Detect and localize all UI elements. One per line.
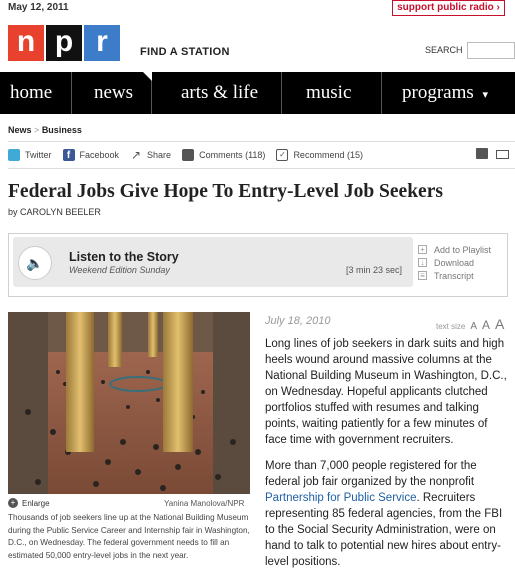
twitter-button[interactable]: Twitter: [8, 149, 52, 161]
plus-icon: +: [418, 245, 427, 254]
comments-label: Comments (118): [199, 150, 266, 160]
share-label: Share: [147, 150, 172, 160]
text-size-large-button[interactable]: A: [495, 316, 504, 332]
nav-item-music[interactable]: music: [282, 72, 382, 114]
nav-item-label: arts & life: [181, 82, 259, 103]
share-icon: ↗: [130, 148, 143, 162]
search-input[interactable]: [467, 42, 515, 59]
logo-letter-n: n: [8, 25, 44, 61]
article-photo[interactable]: [8, 312, 250, 494]
find-a-station-link[interactable]: FIND A STATION: [140, 46, 230, 58]
program-name[interactable]: Weekend Edition Sunday: [69, 265, 170, 275]
text-size-label: text size: [436, 322, 466, 331]
logo-letter-r: r: [84, 25, 120, 61]
facebook-label: Facebook: [79, 150, 120, 160]
comments-button[interactable]: Comments (118): [182, 149, 265, 161]
article-paragraph: Long lines of job seekers in dark suits …: [265, 338, 507, 446]
logo-letter-p: p: [46, 25, 82, 61]
audio-actions: + Add to Playlist ↓ Download ≡ Transcrip…: [418, 243, 491, 282]
divider: [8, 168, 515, 169]
photo-caption: Thousands of job seekers line up at the …: [8, 513, 250, 560]
share-button[interactable]: ↗ Share: [130, 149, 171, 161]
article-headline: Federal Jobs Give Hope To Entry-Level Jo…: [8, 181, 443, 202]
npr-logo[interactable]: n p r: [8, 25, 120, 61]
search-label: SEARCH: [425, 45, 463, 55]
twitter-label: Twitter: [25, 150, 52, 160]
current-date: May 12, 2011: [8, 2, 69, 13]
download-label: Download: [434, 257, 475, 268]
comment-icon: [182, 149, 195, 161]
text-size-medium-button[interactable]: A: [482, 318, 490, 332]
breadcrumb-separator: >: [34, 125, 40, 135]
breadcrumb: News > Business: [8, 125, 82, 135]
main-nav: home news arts & life music programs ▾: [0, 72, 515, 114]
nav-item-label: programs: [402, 82, 474, 103]
download-icon: ↓: [418, 258, 427, 267]
text-size-small-button[interactable]: A: [470, 321, 477, 332]
listen-title[interactable]: Listen to the Story: [69, 250, 179, 264]
recommend-button[interactable]: ✓ Recommend (15): [276, 149, 363, 161]
enlarge-button[interactable]: + Enlarge: [8, 498, 50, 508]
photo-credit: Yanina Manolova/NPR: [164, 499, 245, 508]
partnership-link[interactable]: Partnership for Public Service: [265, 492, 416, 504]
twitter-icon: [8, 149, 20, 161]
audio-duration: [3 min 23 sec]: [346, 265, 403, 275]
speaker-icon[interactable]: 🔈: [18, 246, 52, 280]
check-circle-icon: ✓: [276, 149, 289, 161]
breadcrumb-news[interactable]: News: [8, 125, 32, 135]
zoom-icon: +: [8, 498, 18, 508]
enlarge-label: Enlarge: [22, 498, 50, 508]
recommend-label: Recommend (15): [293, 150, 363, 160]
museum-crowd-image: [8, 312, 250, 494]
chevron-down-icon: ▾: [482, 89, 489, 101]
author-link[interactable]: CAROLYN BEELER: [20, 207, 101, 217]
breadcrumb-business[interactable]: Business: [42, 125, 82, 135]
article-paragraph: More than 7,000 people registered for th…: [265, 458, 511, 570]
text-size-control: text size A A A: [436, 316, 504, 332]
paragraph-text: More than 7,000 people registered for th…: [265, 460, 477, 488]
print-icon[interactable]: [476, 148, 488, 159]
transcript-label: Transcript: [434, 270, 474, 281]
nav-item-label: music: [306, 82, 352, 103]
support-public-radio-link[interactable]: support public radio ›: [392, 0, 505, 16]
email-icon[interactable]: [496, 150, 509, 159]
nav-item-programs[interactable]: programs ▾: [382, 72, 515, 114]
facebook-button[interactable]: f Facebook: [62, 149, 120, 161]
article-date: July 18, 2010: [265, 315, 331, 327]
nav-corner-fold: [143, 72, 152, 81]
byline-prefix: by: [8, 207, 18, 217]
divider: [8, 141, 515, 142]
download-button[interactable]: ↓ Download: [418, 256, 491, 269]
byline: by CAROLYN BEELER: [8, 207, 101, 217]
add-to-playlist-label: Add to Playlist: [434, 244, 492, 255]
transcript-button[interactable]: ≡ Transcript: [418, 269, 491, 282]
nav-item-home[interactable]: home: [0, 72, 72, 114]
nav-item-arts-life[interactable]: arts & life: [152, 72, 282, 114]
nav-item-label: news: [94, 82, 134, 103]
share-bar: Twitter f Facebook ↗ Share Comments (118…: [8, 149, 374, 161]
nav-item-news[interactable]: news: [72, 72, 152, 114]
facebook-icon: f: [62, 149, 75, 161]
add-to-playlist-button[interactable]: + Add to Playlist: [418, 243, 491, 256]
transcript-icon: ≡: [418, 271, 427, 280]
nav-item-label: home: [10, 82, 53, 103]
